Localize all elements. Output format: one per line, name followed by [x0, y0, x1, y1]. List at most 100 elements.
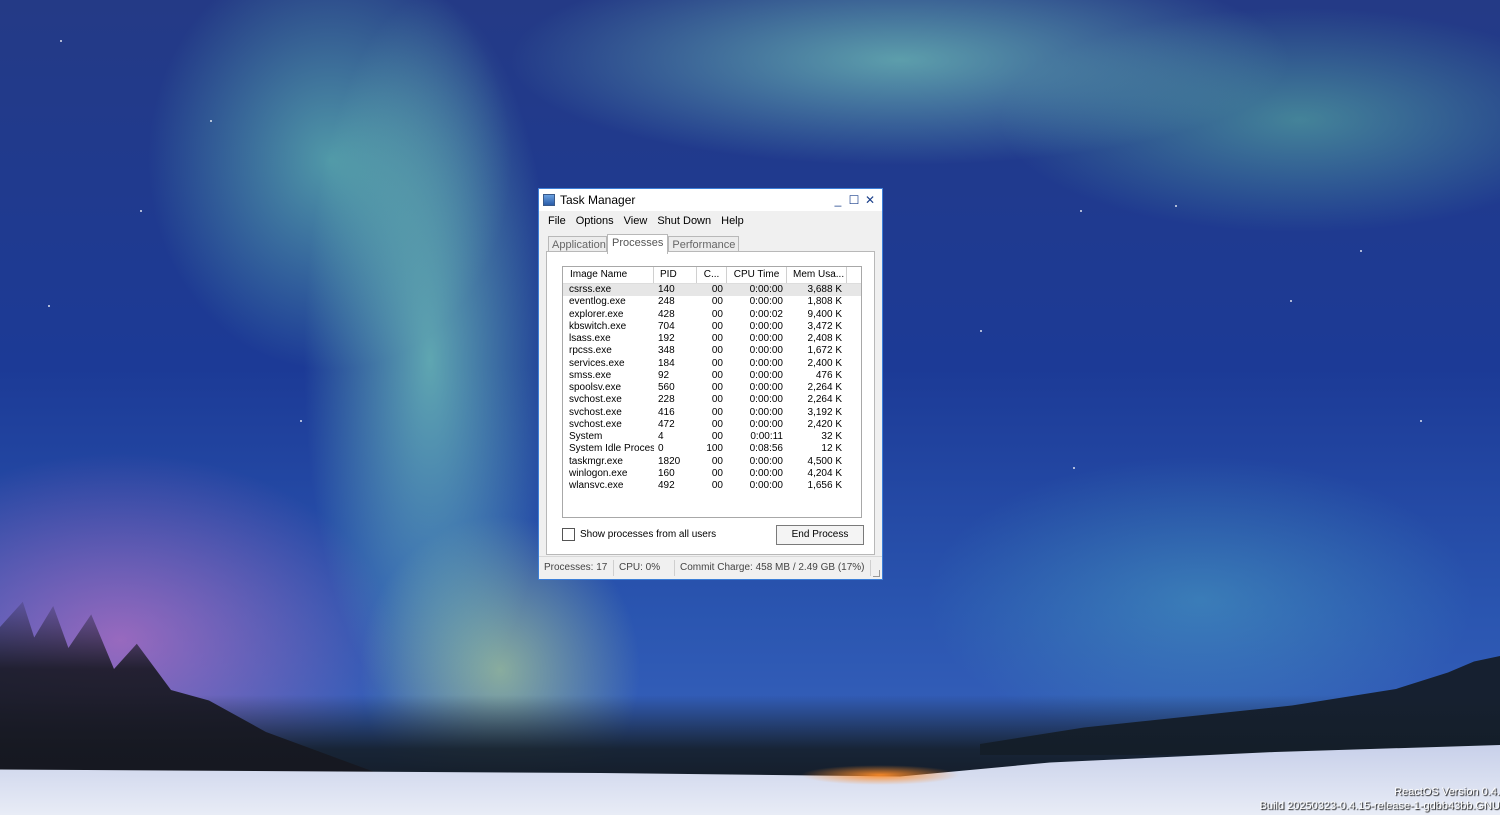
menu-options[interactable]: Options	[571, 215, 619, 227]
processes-panel: Image Name PID C... CPU Time Mem Usa... …	[546, 251, 875, 555]
cell-pid: 416	[658, 406, 675, 418]
cell-pid: 92	[658, 369, 670, 381]
cell-cpu-time: 0:00:00	[749, 296, 783, 308]
process-list-header: Image Name PID C... CPU Time Mem Usa...	[563, 267, 861, 284]
table-row[interactable]: System 4 00 0:00:11 32 K	[563, 431, 861, 443]
cell-cpu-time: 0:00:00	[749, 320, 783, 332]
cell-cpu: 00	[711, 394, 723, 406]
table-row[interactable]: winlogon.exe 160 00 0:00:00 4,204 K	[563, 468, 861, 480]
table-row[interactable]: taskmgr.exe 1820 00 0:00:00 4,500 K	[563, 456, 861, 468]
window-title: Task Manager	[560, 193, 636, 207]
cell-image-name: System	[569, 431, 603, 442]
end-process-button[interactable]: End Process	[776, 525, 864, 545]
menu-help[interactable]: Help	[716, 215, 749, 227]
cell-cpu: 00	[711, 418, 723, 430]
table-row[interactable]: services.exe 184 00 0:00:00 2,400 K	[563, 358, 861, 370]
cell-image-name: svchost.exe	[569, 406, 622, 418]
show-all-checkbox[interactable]	[562, 528, 575, 541]
cell-mem-usage: 3,192 K	[807, 406, 842, 418]
cell-cpu: 00	[711, 369, 723, 381]
minimize-button[interactable]: _	[830, 191, 846, 209]
task-manager-window: Task Manager _ ☐ ✕ File Options View Shu…	[538, 188, 883, 580]
cell-mem-usage: 476 K	[815, 369, 842, 381]
cell-pid: 248	[658, 296, 675, 308]
table-row[interactable]: smss.exe 92 00 0:00:00 476 K	[563, 370, 861, 382]
column-mem-usage[interactable]: Mem Usa...	[787, 267, 847, 283]
cell-image-name: winlogon.exe	[569, 467, 628, 479]
table-row[interactable]: spoolsv.exe 560 00 0:00:00 2,264 K	[563, 382, 861, 394]
cell-cpu: 00	[711, 480, 723, 491]
cell-pid: 704	[658, 320, 675, 332]
cell-cpu: 00	[711, 320, 723, 332]
cell-image-name: smss.exe	[569, 369, 612, 381]
cell-cpu: 00	[711, 431, 723, 442]
menu-shut-down[interactable]: Shut Down	[652, 215, 716, 227]
cell-cpu: 00	[711, 382, 723, 393]
cell-mem-usage: 2,264 K	[807, 382, 842, 393]
title-bar[interactable]: Task Manager _ ☐ ✕	[539, 189, 882, 211]
cell-pid: 4	[658, 431, 664, 442]
table-row[interactable]: csrss.exe 140 00 0:00:00 3,688 K	[563, 284, 861, 297]
close-button[interactable]: ✕	[862, 191, 878, 209]
resize-grip[interactable]	[873, 570, 880, 577]
cell-pid: 184	[658, 357, 675, 369]
cell-cpu: 00	[711, 296, 723, 308]
cell-mem-usage: 2,400 K	[807, 357, 842, 369]
cell-mem-usage: 1,656 K	[807, 480, 842, 491]
cell-image-name: rpcss.exe	[569, 345, 612, 357]
cell-cpu-time: 0:00:00	[749, 480, 783, 491]
table-row[interactable]: System Idle Process 0 100 0:08:56 12 K	[563, 443, 861, 455]
cell-pid: 0	[658, 443, 664, 455]
version-line-2: Build 20250323-0.4.15-release-1-gdbb43bb…	[1259, 800, 1500, 812]
cell-mem-usage: 2,264 K	[807, 394, 842, 406]
column-cpu[interactable]: C...	[697, 267, 727, 283]
cell-mem-usage: 3,472 K	[807, 320, 842, 332]
cell-cpu-time: 0:00:00	[749, 467, 783, 479]
cell-mem-usage: 1,808 K	[807, 296, 842, 308]
cell-cpu: 00	[711, 284, 723, 295]
status-processes: Processes: 17	[539, 560, 614, 576]
maximize-button[interactable]: ☐	[846, 191, 862, 209]
show-all-processes[interactable]: Show processes from all users	[562, 528, 716, 541]
cell-pid: 228	[658, 394, 675, 406]
table-row[interactable]: lsass.exe 192 00 0:00:00 2,408 K	[563, 333, 861, 345]
town-lights	[800, 765, 960, 785]
cell-cpu-time: 0:00:00	[749, 357, 783, 369]
cell-cpu: 00	[711, 308, 723, 320]
cell-cpu-time: 0:00:11	[750, 431, 783, 442]
cell-image-name: eventlog.exe	[569, 296, 626, 308]
cell-mem-usage: 32 K	[821, 431, 842, 442]
column-pid[interactable]: PID	[654, 267, 697, 283]
cell-mem-usage: 3,688 K	[807, 284, 842, 295]
column-image-name[interactable]: Image Name	[563, 267, 654, 283]
process-rows: csrss.exe 140 00 0:00:00 3,688 Keventlog.exe…	[563, 284, 861, 492]
cell-image-name: taskmgr.exe	[569, 455, 623, 467]
cell-pid: 472	[658, 418, 675, 430]
cell-mem-usage: 2,420 K	[807, 418, 842, 430]
menu-file[interactable]: File	[543, 215, 571, 227]
table-row[interactable]: svchost.exe 472 00 0:00:00 2,420 K	[563, 419, 861, 431]
cell-image-name: svchost.exe	[569, 418, 622, 430]
cell-cpu: 00	[711, 357, 723, 369]
table-row[interactable]: wlansvc.exe 492 00 0:00:00 1,656 K	[563, 480, 861, 492]
menu-view[interactable]: View	[619, 215, 653, 227]
column-cpu-time[interactable]: CPU Time	[727, 267, 787, 283]
cell-image-name: explorer.exe	[569, 308, 624, 320]
cell-image-name: services.exe	[569, 357, 625, 369]
cell-pid: 428	[658, 308, 675, 320]
status-commit-charge: Commit Charge: 458 MB / 2.49 GB (17%)	[675, 560, 871, 576]
cell-mem-usage: 12 K	[821, 443, 842, 455]
table-row[interactable]: svchost.exe 416 00 0:00:00 3,192 K	[563, 407, 861, 419]
cell-cpu: 00	[711, 455, 723, 467]
table-row[interactable]: explorer.exe 428 00 0:00:02 9,400 K	[563, 309, 861, 321]
table-row[interactable]: kbswitch.exe 704 00 0:00:00 3,472 K	[563, 321, 861, 333]
cell-image-name: csrss.exe	[569, 284, 612, 295]
cell-cpu-time: 0:00:00	[749, 455, 783, 467]
cell-cpu: 00	[711, 406, 723, 418]
cell-cpu-time: 0:00:02	[749, 308, 783, 320]
tab-processes[interactable]: Processes	[607, 234, 669, 254]
table-row[interactable]: eventlog.exe 248 00 0:00:00 1,808 K	[563, 296, 861, 308]
table-row[interactable]: rpcss.exe 348 00 0:00:00 1,672 K	[563, 345, 861, 357]
table-row[interactable]: svchost.exe 228 00 0:00:00 2,264 K	[563, 394, 861, 406]
process-list[interactable]: Image Name PID C... CPU Time Mem Usa... …	[562, 266, 862, 518]
